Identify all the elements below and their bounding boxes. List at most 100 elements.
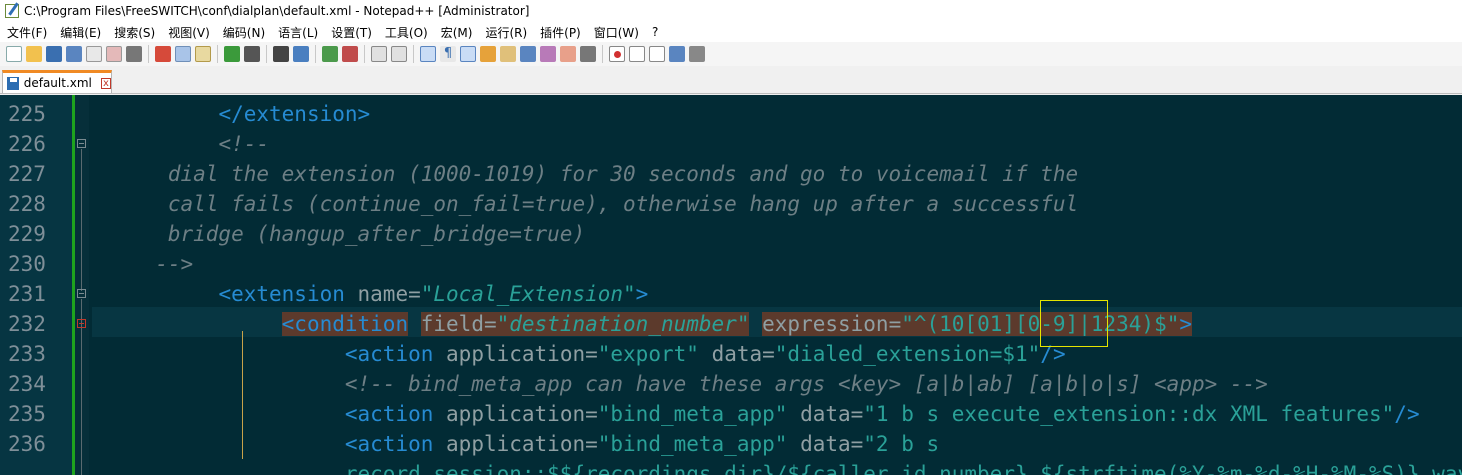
code-token: expression= [762,312,902,336]
line-code: <action application="bind_meta_app" data… [92,429,939,459]
code-line: 235 <action application="bind_meta_app" … [0,399,1462,429]
tab-label: default.xml [23,76,92,90]
toolbar-separator [266,45,267,63]
close-all-icon[interactable] [106,46,122,62]
code-line: 233 <action application="export" data="d… [0,339,1462,369]
code-token: "destination_number" [496,312,750,336]
save-macro-icon[interactable] [689,46,705,62]
line-number: 233 [8,342,46,366]
line-code: </extension> [92,99,370,129]
doc-map-icon[interactable] [500,46,516,62]
line-code: record_session::$${recordings_dir}/${cal… [92,459,1462,475]
menu-help[interactable]: ? [645,25,664,39]
code-token: <!-- [218,132,270,156]
code-token: "bind_meta_app" [597,432,788,456]
record-macro-icon[interactable] [609,46,625,62]
print-icon[interactable] [126,46,142,62]
save-icon[interactable] [46,46,62,62]
menu-tools[interactable]: 工具(O) [378,24,434,41]
code-token: application= [446,432,598,456]
code-token: application= [446,342,598,366]
code-token: > [635,282,649,306]
stop-macro-icon[interactable] [629,46,645,62]
cut-icon[interactable] [155,46,171,62]
line-number: 226 [8,132,46,156]
code-line: 234 <!-- bind_meta_app can have these ar… [0,369,1462,399]
sync-horizontal-icon[interactable] [391,46,407,62]
open-folder-icon[interactable] [26,46,42,62]
run-macro-multiple-icon[interactable] [669,46,685,62]
show-all-chars-icon[interactable]: ¶ [440,46,456,62]
line-number: 227 [8,162,46,186]
play-macro-icon[interactable] [649,46,665,62]
close-tab-icon[interactable]: x [100,77,111,89]
replace-icon[interactable] [293,46,309,62]
code-line: record_session::$${recordings_dir}/${cal… [0,459,1462,475]
line-number: 225 [8,102,46,126]
editor-area[interactable]: 225 </extension> 226 <!-- 227 dial the e… [0,95,1462,475]
line-number: 234 [8,372,46,396]
line-number: 236 [8,432,46,456]
menu-edit[interactable]: 编辑(E) [53,24,107,41]
find-icon[interactable] [273,46,289,62]
search-match-highlight [1040,300,1108,347]
word-wrap-icon[interactable] [420,46,436,62]
copy-icon[interactable] [175,46,191,62]
fold-toggle-icon[interactable] [77,289,86,298]
code-line: 231 <extension name="Local_Extension"> [0,279,1462,309]
line-number: 229 [8,222,46,246]
code-token: > [1179,312,1193,336]
save-all-icon[interactable] [66,46,82,62]
menu-run[interactable]: 运行(R) [478,24,533,41]
new-file-icon[interactable] [6,46,22,62]
menu-view[interactable]: 视图(V) [161,24,216,41]
menu-search[interactable]: 搜索(S) [107,24,161,41]
code-token: <extension [218,282,358,306]
menu-file[interactable]: 文件(F) [0,24,53,41]
doc-list-icon[interactable] [520,46,536,62]
fold-toggle-icon[interactable] [77,139,86,148]
code-token: dial the extension (1000-1019) for 30 se… [167,162,1079,186]
line-code: --> [92,249,193,279]
menu-language[interactable]: 语言(L) [271,24,324,41]
line-number: 230 [8,252,46,276]
code-token: <action [344,402,447,426]
indent-guide-icon[interactable] [460,46,476,62]
code-token: data= [800,432,864,456]
code-token: "Local_Extension" [420,282,636,306]
zoom-out-icon[interactable] [342,46,358,62]
menu-settings[interactable]: 设置(T) [324,24,378,41]
window-title: C:\Program Files\FreeSWITCH\conf\dialpla… [24,4,530,18]
sync-vertical-icon[interactable] [371,46,387,62]
menu-macro[interactable]: 宏(M) [434,24,479,41]
line-code: <action application="export" data="diale… [92,339,1066,369]
code-token: field= [420,312,497,336]
fold-toggle-icon[interactable] [77,319,86,328]
undo-icon[interactable] [224,46,240,62]
folder-workspace-icon[interactable] [560,46,576,62]
line-number: 231 [8,282,46,306]
tab-default-xml[interactable]: default.xml x [2,70,112,93]
menu-plugins[interactable]: 插件(P) [533,24,587,41]
zoom-in-icon[interactable] [322,46,338,62]
udl-icon[interactable] [480,46,496,62]
redo-icon[interactable] [244,46,260,62]
code-token: <!-- bind_meta_app can have these args <… [344,372,1268,396]
monitoring-icon[interactable] [580,46,596,62]
code-token: bridge (hangup_after_bridge=true) [167,222,586,246]
tab-bar: default.xml x [0,66,1462,94]
paste-icon[interactable] [195,46,211,62]
line-number: 235 [8,402,46,426]
code-token: <condition [281,312,409,336]
title-bar: C:\Program Files\FreeSWITCH\conf\dialpla… [0,0,1462,22]
function-list-icon[interactable] [540,46,556,62]
menu-window[interactable]: 窗口(W) [587,24,645,41]
menu-encoding[interactable]: 编码(N) [216,24,271,41]
code-line: 229 bridge (hangup_after_bridge=true) [0,219,1462,249]
close-file-icon[interactable] [86,46,102,62]
